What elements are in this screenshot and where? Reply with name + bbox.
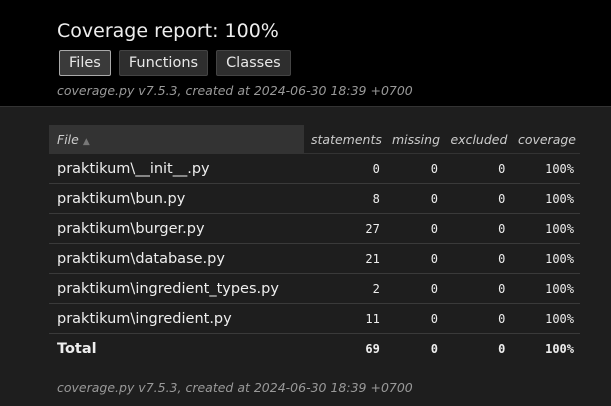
excluded-cell: 0	[444, 183, 512, 214]
excluded-column-header[interactable]: excluded	[444, 125, 512, 154]
total-excluded: 0	[444, 333, 512, 363]
report-header: Coverage report: 100% Files Functions Cl…	[0, 0, 611, 107]
missing-cell: 0	[385, 243, 445, 274]
total-label: Total	[49, 333, 304, 363]
excluded-cell: 0	[444, 273, 512, 304]
excluded-cell: 0	[444, 153, 512, 184]
table-row: praktikum\ingredient_types.py 2 0 0 100%	[49, 273, 580, 304]
coverage-cell: 100%	[511, 153, 580, 184]
coverage-cell: 100%	[511, 243, 580, 274]
page-title: Coverage report: 100%	[57, 20, 279, 42]
missing-cell: 0	[385, 153, 445, 184]
table-row: praktikum\database.py 21 0 0 100%	[49, 243, 580, 274]
file-link[interactable]: praktikum\database.py	[49, 243, 304, 274]
statements-cell: 11	[304, 303, 386, 334]
file-link[interactable]: praktikum\__init__.py	[49, 153, 304, 184]
coverage-table: File ▲ statements missing excluded covera…	[49, 125, 580, 363]
total-missing: 0	[385, 333, 445, 363]
coverage-cell: 100%	[511, 303, 580, 334]
statements-cell: 0	[304, 153, 386, 184]
files-button[interactable]: Files	[59, 50, 111, 76]
total-coverage: 100%	[511, 333, 580, 363]
file-link[interactable]: praktikum\ingredient.py	[49, 303, 304, 334]
file-link[interactable]: praktikum\bun.py	[49, 183, 304, 214]
view-buttons: Files Functions Classes	[59, 50, 291, 76]
file-column-header[interactable]: File ▲	[49, 125, 304, 154]
functions-button[interactable]: Functions	[118, 50, 209, 76]
missing-cell: 0	[385, 303, 445, 334]
total-row: Total 69 0 0 100%	[49, 333, 580, 363]
statements-cell: 21	[304, 243, 386, 274]
statements-cell: 27	[304, 213, 386, 244]
missing-cell: 0	[385, 183, 445, 214]
coverage-column-header[interactable]: coverage	[511, 125, 580, 154]
table-row: praktikum\bun.py 8 0 0 100%	[49, 183, 580, 214]
statements-cell: 8	[304, 183, 386, 214]
table-row: praktikum\ingredient.py 11 0 0 100%	[49, 303, 580, 334]
table-header-row: File ▲ statements missing excluded covera…	[49, 125, 580, 154]
table-row: praktikum\__init__.py 0 0 0 100%	[49, 153, 580, 184]
file-link[interactable]: praktikum\ingredient_types.py	[49, 273, 304, 304]
excluded-cell: 0	[444, 303, 512, 334]
missing-column-header[interactable]: missing	[385, 125, 445, 154]
file-link[interactable]: praktikum\burger.py	[49, 213, 304, 244]
total-statements: 69	[304, 333, 386, 363]
coverage-cell: 100%	[511, 273, 580, 304]
missing-cell: 0	[385, 273, 445, 304]
header-meta: coverage.py v7.5.3, created at 2024-06-3…	[57, 83, 413, 98]
coverage-cell: 100%	[511, 213, 580, 244]
excluded-cell: 0	[444, 243, 512, 274]
classes-button[interactable]: Classes	[216, 50, 291, 76]
file-column-label: File	[57, 131, 79, 147]
footer-meta: coverage.py v7.5.3, created at 2024-06-3…	[57, 380, 413, 395]
statements-column-header[interactable]: statements	[304, 125, 386, 154]
excluded-cell: 0	[444, 213, 512, 244]
missing-cell: 0	[385, 213, 445, 244]
statements-cell: 2	[304, 273, 386, 304]
coverage-cell: 100%	[511, 183, 580, 214]
table-row: praktikum\burger.py 27 0 0 100%	[49, 213, 580, 244]
sort-asc-icon: ▲	[82, 136, 90, 147]
